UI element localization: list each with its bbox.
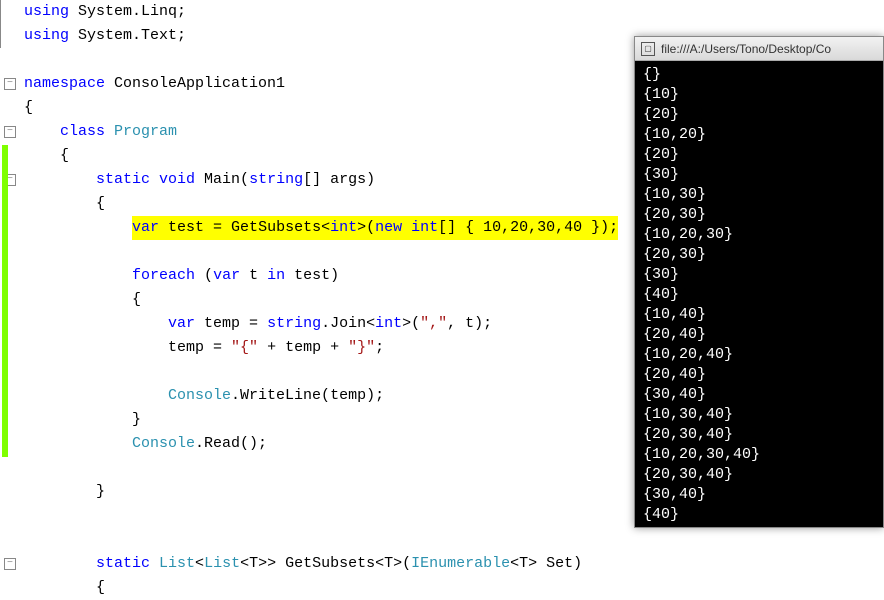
code-line[interactable]: using System.Linq; [0,0,884,24]
console-title-text: file:///A:/Users/Tono/Desktop/Co [661,42,831,56]
code-content: class Program [20,120,177,144]
code-content: Console.Read(); [20,432,267,456]
code-content: { [20,96,33,120]
gutter [0,480,20,504]
code-line[interactable]: { [0,576,884,600]
code-content: { [20,144,69,168]
code-content: var test = GetSubsets<int>(new int[] { 1… [20,216,618,240]
code-content: static List<List<T>> GetSubsets<T>(IEnum… [20,552,582,576]
code-content: var temp = string.Join<int>(",", t); [20,312,492,336]
console-titlebar[interactable]: ▢ file:///A:/Users/Tono/Desktop/Co [635,37,883,61]
code-content: { [20,288,141,312]
gutter: − [0,552,20,576]
code-content: static void Main(string[] args) [20,168,375,192]
code-content: temp = "{" + temp + "}"; [20,336,384,360]
gutter [0,576,20,600]
app-icon: ▢ [641,42,655,56]
code-content: Console.WriteLine(temp); [20,384,384,408]
highlighted-code: var test = GetSubsets<int>(new int[] { 1… [132,216,618,240]
change-indicator [2,145,8,457]
code-content: using System.Text; [20,24,186,48]
gutter [0,24,20,48]
console-output: {} {10} {20} {10,20} {20} {30} {10,30} {… [635,61,883,529]
gutter: − [0,72,20,96]
fold-toggle[interactable]: − [4,78,16,90]
gutter [0,456,20,480]
console-window[interactable]: ▢ file:///A:/Users/Tono/Desktop/Co {} {1… [634,36,884,528]
code-line[interactable] [0,528,884,552]
code-line[interactable]: − static List<List<T>> GetSubsets<T>(IEn… [0,552,884,576]
code-content: { [20,192,105,216]
code-content: } [20,480,105,504]
gutter [0,48,20,72]
code-content: namespace ConsoleApplication1 [20,72,285,96]
fold-toggle[interactable]: − [4,558,16,570]
gutter [0,528,20,552]
code-content: using System.Linq; [20,0,186,24]
fold-toggle[interactable]: − [4,126,16,138]
gutter [0,504,20,528]
code-content: foreach (var t in test) [20,264,339,288]
gutter [0,96,20,120]
code-content: } [20,408,141,432]
code-content: { [20,576,105,600]
gutter [0,0,20,24]
gutter: − [0,120,20,144]
